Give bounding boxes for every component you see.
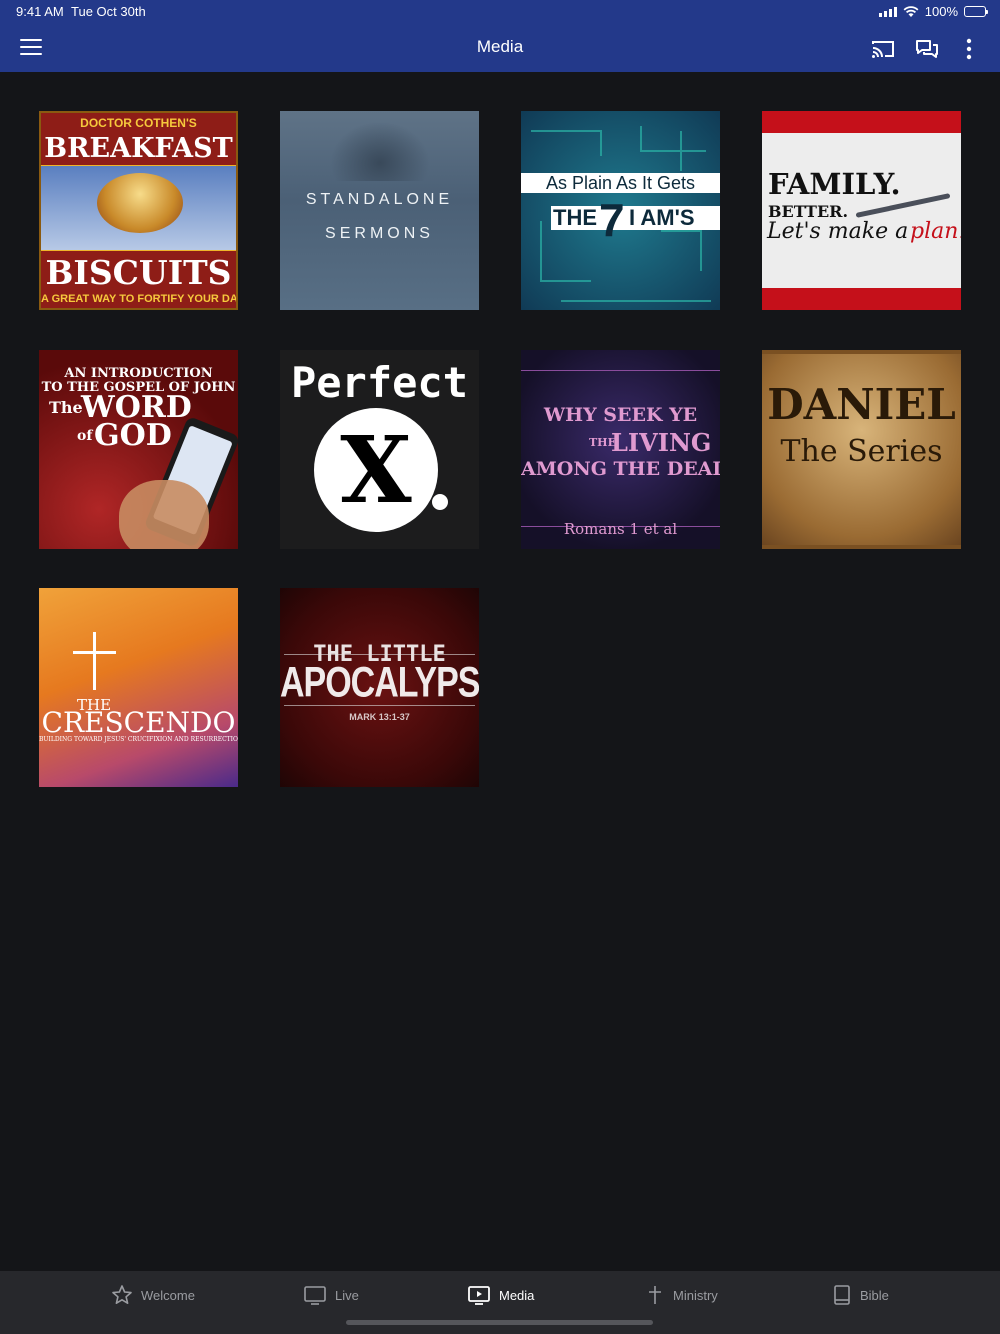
media-tile-perfect-x[interactable]: Perfect X <box>280 350 479 549</box>
tile-text: FAMILY. <box>768 167 901 201</box>
tile-text: THE <box>553 205 597 230</box>
tile-text: 7 <box>599 194 625 246</box>
tile-text: DOCTOR COTHEN'S <box>80 116 197 130</box>
cross-image <box>93 632 96 690</box>
chat-icon[interactable] <box>914 36 940 62</box>
tab-label: Bible <box>860 1287 889 1303</box>
media-tile-family-better[interactable]: FAMILY. BETTER. Let's make a plan. <box>762 111 961 310</box>
star-icon <box>112 1285 132 1304</box>
tile-text: STANDALONE <box>305 191 454 208</box>
tile-text: CRESCENDO <box>41 706 236 739</box>
media-tile-standalone-sermons[interactable]: STANDALONE SERMONS <box>280 111 479 310</box>
cellular-signal-icon <box>878 6 897 17</box>
tab-welcome[interactable]: Welcome <box>111 1284 195 1306</box>
tile-text: APOCALYPSE <box>280 659 479 707</box>
tile-text: I AM'S <box>629 205 695 230</box>
tile-text: GOD <box>94 418 172 453</box>
tab-media[interactable]: Media <box>467 1284 534 1306</box>
status-bar: 9:41 AM Tue Oct 30th 100% <box>0 0 1000 24</box>
media-tile-breakfast-biscuits[interactable]: DOCTOR COTHEN'S BREAKFAST BISCUITS A GRE… <box>39 111 238 310</box>
tile-text: Perfect <box>290 358 468 407</box>
tile-text: BUILDING TOWARD JESUS' CRUCIFIXION AND R… <box>39 736 238 743</box>
media-tile-seven-i-ams[interactable]: As Plain As It Gets THE 7 I AM'S <box>521 111 720 310</box>
tab-live[interactable]: Live <box>303 1284 359 1306</box>
tile-text: BREAKFAST <box>44 133 233 164</box>
tile-text: A GREAT WAY TO FORTIFY YOUR DAY <box>41 293 238 305</box>
tile-text: AMONG THE DEAD? <box>521 458 720 480</box>
book-icon <box>834 1285 850 1305</box>
status-time: 9:41 AM <box>16 4 64 19</box>
tv-icon <box>304 1286 326 1305</box>
status-date: Tue Oct 30th <box>71 4 146 19</box>
biscuit-image <box>97 173 183 233</box>
tile-text: of <box>77 428 93 444</box>
wifi-icon <box>903 5 919 17</box>
battery-icon <box>964 6 988 17</box>
page-title: Media <box>476 37 524 56</box>
top-navigation-bar: Media <box>0 24 1000 72</box>
tile-text: MARK 13:1-37 <box>349 712 410 722</box>
tab-label: Live <box>335 1287 359 1303</box>
media-tile-why-seek-ye[interactable]: WHY SEEK YE THE LIVING AMONG THE DEAD? R… <box>521 350 720 549</box>
rock-image <box>330 121 430 181</box>
tile-text: The Series <box>780 434 943 469</box>
tile-text: Let's make a <box>767 219 909 244</box>
tile-text: plan. <box>910 219 961 244</box>
cross-icon <box>649 1286 661 1304</box>
media-tile-daniel[interactable]: DANIEL The Series <box>762 350 961 549</box>
tile-text: SERMONS <box>325 225 434 242</box>
tab-label: Ministry <box>673 1287 718 1303</box>
dot-shape <box>432 494 448 510</box>
tab-label: Welcome <box>141 1287 195 1303</box>
tile-text: DANIEL <box>767 380 956 429</box>
home-indicator <box>346 1320 653 1325</box>
tab-label: Media <box>499 1287 535 1303</box>
tile-text: WHY SEEK YE <box>543 404 698 426</box>
media-tile-little-apocalypse[interactable]: THE LITTLE APOCALYPSE MARK 13:1-37 <box>280 588 479 787</box>
more-options-icon[interactable] <box>956 36 982 62</box>
tile-text: AN INTRODUCTION <box>64 366 213 381</box>
hand-image <box>119 480 209 549</box>
play-screen-icon <box>468 1286 490 1305</box>
cast-icon[interactable] <box>870 36 896 62</box>
status-indicators: 100% <box>878 4 988 19</box>
tab-bible[interactable]: Bible <box>832 1284 889 1306</box>
media-tile-crescendo[interactable]: THE CRESCENDO BUILDING TOWARD JESUS' CRU… <box>39 588 238 787</box>
tile-text: LIVING <box>611 428 712 457</box>
tile-text: The <box>49 398 83 417</box>
tile-text: As Plain As It Gets <box>545 173 696 193</box>
media-tile-word-of-god[interactable]: AN INTRODUCTION TO THE GOSPEL OF JOHN Th… <box>39 350 238 549</box>
tile-text: Romans 1 et al <box>563 520 678 538</box>
tile-text: BISCUITS <box>45 253 232 292</box>
cross-image-bar <box>73 651 116 654</box>
tile-text: X <box>340 416 412 524</box>
battery-percent: 100% <box>924 4 958 19</box>
tab-ministry[interactable]: Ministry <box>645 1284 718 1306</box>
